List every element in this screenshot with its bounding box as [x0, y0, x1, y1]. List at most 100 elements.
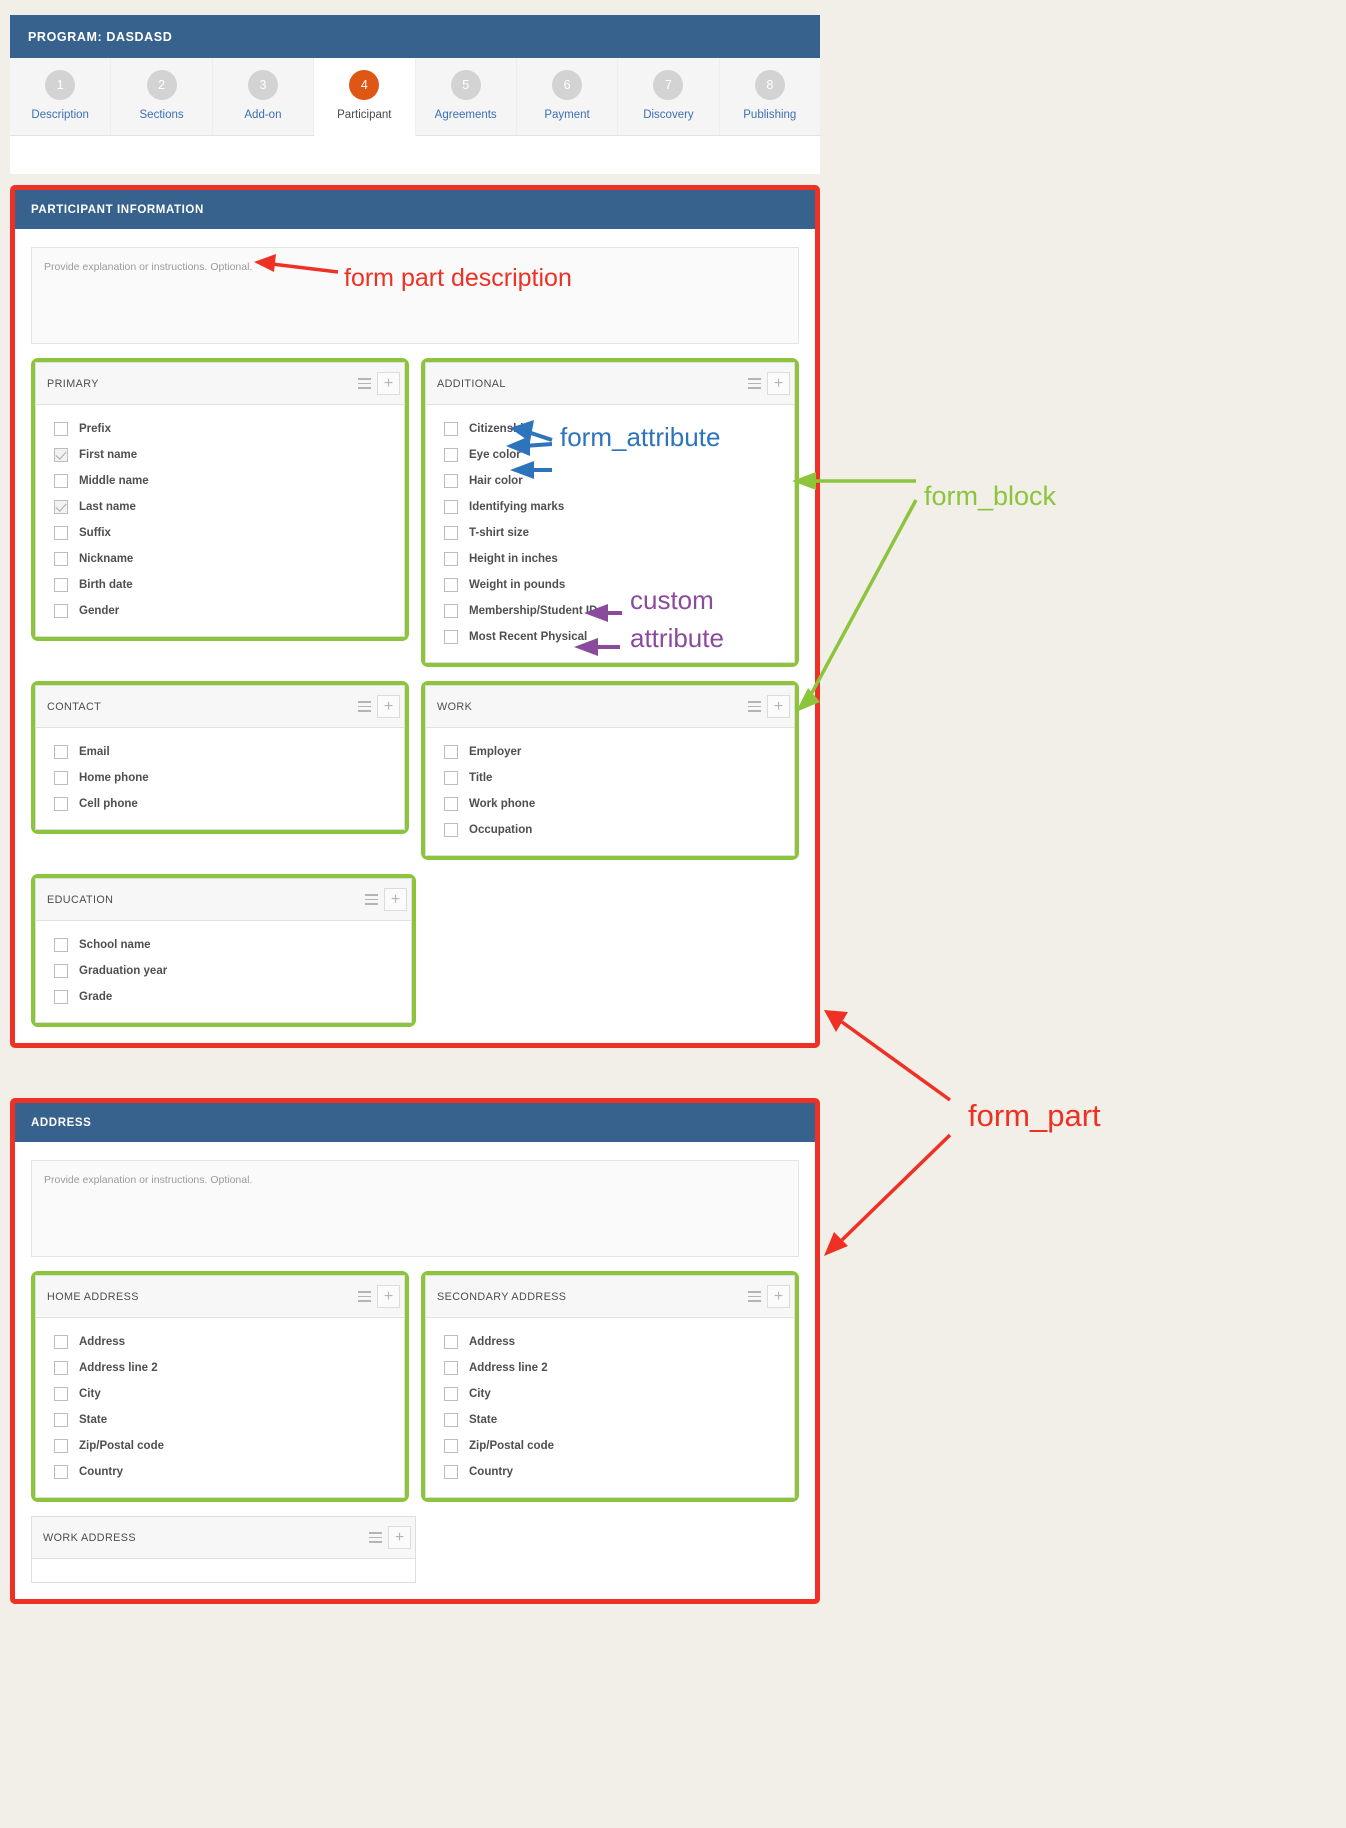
attribute-checkbox[interactable]	[54, 1439, 68, 1453]
attribute-checkbox[interactable]	[54, 1387, 68, 1401]
attribute-checkbox[interactable]	[54, 526, 68, 540]
add-attribute-icon[interactable]: +	[767, 695, 790, 718]
drag-handle-icon[interactable]	[744, 1288, 764, 1306]
form-attribute[interactable]: Zip/Postal code	[426, 1433, 794, 1459]
attribute-checkbox[interactable]	[54, 422, 68, 436]
attribute-checkbox[interactable]	[54, 771, 68, 785]
attribute-checkbox[interactable]	[444, 1465, 458, 1479]
attribute-checkbox[interactable]	[444, 474, 458, 488]
add-attribute-icon[interactable]: +	[767, 372, 790, 395]
form-attribute[interactable]: Gender	[36, 598, 404, 624]
form-attribute[interactable]: City	[426, 1381, 794, 1407]
form-attribute[interactable]: Email	[36, 739, 404, 765]
form-attribute[interactable]: City	[36, 1381, 404, 1407]
form-attribute[interactable]: Birth date	[36, 572, 404, 598]
attribute-checkbox[interactable]	[54, 797, 68, 811]
tab-participant[interactable]: 4 Participant	[314, 58, 416, 136]
tab-sections[interactable]: 2 Sections	[111, 58, 213, 135]
attribute-checkbox[interactable]	[54, 1361, 68, 1375]
form-attribute[interactable]: Occupation	[426, 817, 794, 843]
tab-add-on[interactable]: 3 Add-on	[213, 58, 315, 135]
form-attribute[interactable]: Address line 2	[36, 1355, 404, 1381]
attribute-checkbox[interactable]	[54, 578, 68, 592]
form-attribute[interactable]: Country	[36, 1459, 404, 1485]
drag-handle-icon[interactable]	[354, 1288, 374, 1306]
form-attribute[interactable]: Title	[426, 765, 794, 791]
drag-handle-icon[interactable]	[354, 698, 374, 716]
attribute-checkbox[interactable]	[54, 500, 68, 514]
attribute-checkbox[interactable]	[444, 552, 458, 566]
attribute-checkbox[interactable]	[54, 448, 68, 462]
attribute-checkbox[interactable]	[444, 1361, 458, 1375]
attribute-checkbox[interactable]	[444, 823, 458, 837]
form-attribute[interactable]: State	[426, 1407, 794, 1433]
tab-publishing[interactable]: 8 Publishing	[720, 58, 820, 135]
form-attribute[interactable]: Employer	[426, 739, 794, 765]
attribute-checkbox[interactable]	[444, 745, 458, 759]
attribute-checkbox[interactable]	[444, 422, 458, 436]
attribute-checkbox[interactable]	[54, 552, 68, 566]
form-attribute[interactable]: Last name	[36, 494, 404, 520]
attribute-checkbox[interactable]	[54, 1465, 68, 1479]
form-attribute[interactable]: Suffix	[36, 520, 404, 546]
form-attribute[interactable]: Zip/Postal code	[36, 1433, 404, 1459]
form-attribute[interactable]: Weight in pounds	[426, 572, 794, 598]
form-attribute[interactable]: Country	[426, 1459, 794, 1485]
attribute-checkbox[interactable]	[54, 938, 68, 952]
drag-handle-icon[interactable]	[361, 891, 381, 909]
form-attribute[interactable]: Address line 2	[426, 1355, 794, 1381]
drag-handle-icon[interactable]	[744, 375, 764, 393]
attribute-checkbox[interactable]	[54, 745, 68, 759]
attribute-checkbox[interactable]	[444, 797, 458, 811]
form-attribute[interactable]: Middle name	[36, 468, 404, 494]
form-attribute[interactable]: Height in inches	[426, 546, 794, 572]
attribute-checkbox[interactable]	[54, 1335, 68, 1349]
attribute-checkbox[interactable]	[444, 1413, 458, 1427]
attribute-checkbox[interactable]	[54, 604, 68, 618]
form-attribute[interactable]: Hair color	[426, 468, 794, 494]
attribute-checkbox[interactable]	[444, 448, 458, 462]
attribute-checkbox[interactable]	[444, 630, 458, 644]
form-attribute[interactable]: Membership/Student ID	[426, 598, 794, 624]
add-attribute-icon[interactable]: +	[388, 1526, 411, 1549]
attribute-checkbox[interactable]	[444, 1335, 458, 1349]
add-attribute-icon[interactable]: +	[384, 888, 407, 911]
drag-handle-icon[interactable]	[744, 698, 764, 716]
attribute-checkbox[interactable]	[444, 771, 458, 785]
add-attribute-icon[interactable]: +	[377, 372, 400, 395]
form-attribute[interactable]: Cell phone	[36, 791, 404, 817]
attribute-checkbox[interactable]	[444, 1439, 458, 1453]
attribute-checkbox[interactable]	[444, 578, 458, 592]
form-attribute[interactable]: Most Recent Physical	[426, 624, 794, 650]
attribute-checkbox[interactable]	[54, 474, 68, 488]
form-attribute[interactable]: Prefix	[36, 416, 404, 442]
form-attribute[interactable]: Address	[36, 1329, 404, 1355]
attribute-checkbox[interactable]	[54, 964, 68, 978]
form-attribute[interactable]: First name	[36, 442, 404, 468]
attribute-checkbox[interactable]	[54, 990, 68, 1004]
form-part-description-input[interactable]: Provide explanation or instructions. Opt…	[31, 247, 799, 344]
attribute-checkbox[interactable]	[444, 604, 458, 618]
form-attribute[interactable]: Grade	[36, 984, 411, 1010]
form-part-description-input[interactable]: Provide explanation or instructions. Opt…	[31, 1160, 799, 1257]
attribute-checkbox[interactable]	[444, 1387, 458, 1401]
form-attribute[interactable]: Home phone	[36, 765, 404, 791]
drag-handle-icon[interactable]	[354, 375, 374, 393]
add-attribute-icon[interactable]: +	[377, 1285, 400, 1308]
tab-discovery[interactable]: 7 Discovery	[618, 58, 720, 135]
form-attribute[interactable]: Work phone	[426, 791, 794, 817]
tab-payment[interactable]: 6 Payment	[517, 58, 619, 135]
form-attribute[interactable]: Nickname	[36, 546, 404, 572]
add-attribute-icon[interactable]: +	[767, 1285, 790, 1308]
drag-handle-icon[interactable]	[365, 1529, 385, 1547]
attribute-checkbox[interactable]	[444, 500, 458, 514]
form-attribute[interactable]: State	[36, 1407, 404, 1433]
form-attribute[interactable]: Address	[426, 1329, 794, 1355]
attribute-checkbox[interactable]	[444, 526, 458, 540]
form-attribute[interactable]: T-shirt size	[426, 520, 794, 546]
tab-description[interactable]: 1 Description	[10, 58, 112, 135]
add-attribute-icon[interactable]: +	[377, 695, 400, 718]
tab-agreements[interactable]: 5 Agreements	[416, 58, 517, 135]
attribute-checkbox[interactable]	[54, 1413, 68, 1427]
form-attribute[interactable]: School name	[36, 932, 411, 958]
